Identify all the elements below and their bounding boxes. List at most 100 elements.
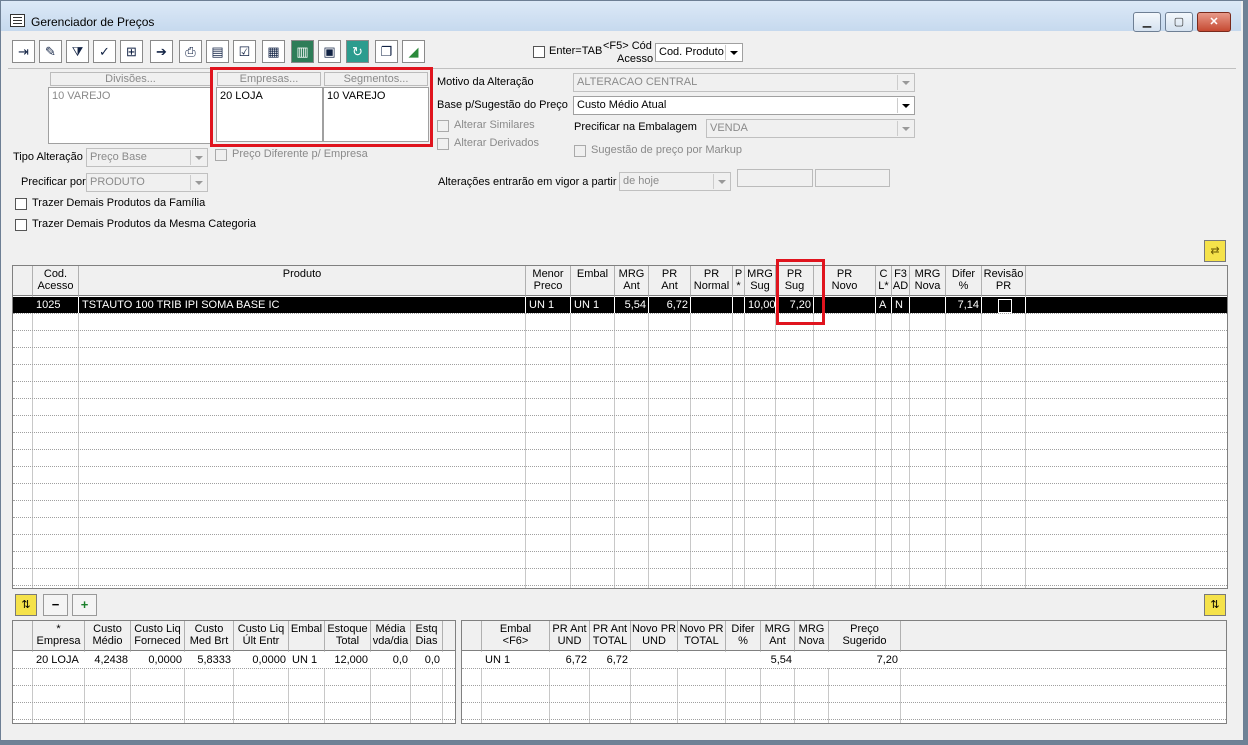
column-header[interactable]: Difer %: [946, 266, 982, 296]
column-header[interactable]: Revisão PR: [982, 266, 1026, 296]
chart-icon[interactable]: ◢: [402, 40, 425, 63]
precificar-embalagem-select[interactable]: VENDA: [706, 119, 915, 138]
table-cell[interactable]: 5,8333: [185, 652, 234, 668]
enter-tab-checkbox[interactable]: [533, 46, 545, 58]
table-cell[interactable]: [795, 652, 829, 668]
table-cell[interactable]: [691, 297, 733, 313]
minimize-button[interactable]: ▁: [1133, 12, 1161, 32]
divisoes-list[interactable]: 10 VAREJO: [48, 87, 212, 144]
vigor-time-field[interactable]: [815, 169, 890, 187]
table-cell[interactable]: UN 1: [289, 652, 325, 668]
table-cell[interactable]: 5,54: [761, 652, 795, 668]
f5-select[interactable]: Cod. Produto: [655, 43, 743, 62]
table-cell[interactable]: 1025: [33, 297, 79, 313]
sugestao-markup-checkbox[interactable]: [574, 145, 586, 157]
checklist-icon[interactable]: ☑: [233, 40, 256, 63]
grid-edit-icon[interactable]: ▦: [262, 40, 285, 63]
column-header[interactable]: Produto: [79, 266, 526, 296]
table-cell[interactable]: 0,0: [411, 652, 443, 668]
column-header[interactable]: MRG Nova: [910, 266, 946, 296]
column-header[interactable]: PR Ant: [649, 266, 691, 296]
table-cell[interactable]: 0,0: [371, 652, 411, 668]
column-header[interactable]: Média vda/dia: [371, 621, 411, 651]
products-grid[interactable]: Cod. Acesso Produto Menor Preco Embal MRG An…: [12, 265, 1228, 589]
empresa-grid[interactable]: * Empresa Custo Médio Custo Liq Forneced Cu…: [12, 620, 456, 724]
column-header[interactable]: F3 AD: [892, 266, 910, 296]
trazer-categoria-checkbox[interactable]: [15, 219, 27, 231]
table-cell[interactable]: 6,72: [590, 652, 631, 668]
close-button[interactable]: ✕: [1197, 12, 1231, 32]
column-header[interactable]: Novo PR UND: [631, 621, 678, 651]
add-row-icon[interactable]: ⊞: [120, 40, 143, 63]
table-cell[interactable]: 12,000: [325, 652, 371, 668]
column-header[interactable]: MRG Sug: [745, 266, 776, 296]
save-icon[interactable]: ▣: [318, 40, 341, 63]
vigor-date-field[interactable]: [737, 169, 813, 187]
export-grid-icon[interactable]: ⇄: [1204, 240, 1226, 262]
alterar-derivados-checkbox[interactable]: [437, 138, 449, 150]
column-header[interactable]: Novo PR TOTAL: [678, 621, 726, 651]
expand-grid-right-icon[interactable]: ⇅: [1204, 594, 1226, 616]
chevron-down-icon[interactable]: [190, 150, 206, 165]
exit-icon[interactable]: ⇥: [12, 40, 35, 63]
column-header[interactable]: Embal: [571, 266, 615, 296]
tipo-alteracao-select[interactable]: Preço Base: [86, 148, 208, 167]
chevron-down-icon[interactable]: [190, 175, 206, 190]
column-header[interactable]: PR Normal: [691, 266, 733, 296]
spreadsheet-icon[interactable]: ▥: [291, 40, 314, 63]
table-cell[interactable]: 6,72: [550, 652, 590, 668]
chevron-down-icon[interactable]: [897, 121, 913, 136]
table-cell[interactable]: 4,2438: [85, 652, 131, 668]
table-cell[interactable]: [910, 297, 946, 313]
table-cell[interactable]: 0,0000: [234, 652, 289, 668]
table-row[interactable]: 20 LOJA 4,2438 0,0000 5,8333 0,0000 UN 1 12,00…: [13, 652, 455, 668]
column-header[interactable]: Custo Médio: [85, 621, 131, 651]
table-cell[interactable]: A: [876, 297, 892, 313]
column-header[interactable]: Difer %: [726, 621, 761, 651]
filter-check-icon[interactable]: ✓: [93, 40, 116, 63]
column-header[interactable]: Menor Preco: [526, 266, 571, 296]
column-header[interactable]: Embal <F6>: [482, 621, 550, 651]
column-header[interactable]: MRG Ant: [615, 266, 649, 296]
column-header[interactable]: * Empresa: [33, 621, 85, 651]
refresh-icon[interactable]: ↻: [346, 40, 369, 63]
table-cell[interactable]: UN 1: [526, 297, 571, 313]
alterar-similares-checkbox[interactable]: [437, 120, 449, 132]
column-header[interactable]: MRG Nova: [795, 621, 829, 651]
motivo-select[interactable]: ALTERACAO CENTRAL: [573, 73, 915, 92]
table-cell[interactable]: 0,0000: [131, 652, 185, 668]
trazer-familia-checkbox[interactable]: [15, 198, 27, 210]
column-header[interactable]: Cod. Acesso: [33, 266, 79, 296]
table-cell[interactable]: 5,54: [615, 297, 649, 313]
chevron-down-icon[interactable]: [713, 174, 729, 189]
table-row[interactable]: 1025 TSTAUTO 100 TRIB IPI SOMA BASE IC UN …: [13, 297, 1227, 313]
table-cell[interactable]: UN 1: [482, 652, 550, 668]
column-header[interactable]: Custo Liq Últ Entr: [234, 621, 289, 651]
remove-row-button[interactable]: −: [43, 594, 68, 616]
table-cell[interactable]: 7,14: [946, 297, 982, 313]
expand-grid-icon[interactable]: ⇅: [15, 594, 37, 616]
table-cell[interactable]: 10,00: [745, 297, 776, 313]
preco-diferente-checkbox[interactable]: [215, 149, 227, 161]
column-header[interactable]: C L*: [876, 266, 892, 296]
table-cell[interactable]: 6,72: [649, 297, 691, 313]
table-cell[interactable]: N: [892, 297, 910, 313]
table-cell[interactable]: [631, 652, 678, 668]
column-header[interactable]: Estq Dias: [411, 621, 443, 651]
column-header[interactable]: P *: [733, 266, 745, 296]
maximize-button[interactable]: ▢: [1165, 12, 1193, 32]
table-cell[interactable]: UN 1: [571, 297, 615, 313]
vigor-select[interactable]: de hoje: [619, 172, 731, 191]
table-row[interactable]: UN 1 6,72 6,72 5,54 7,20: [462, 652, 1226, 668]
copy-window-icon[interactable]: ❐: [375, 40, 398, 63]
revisao-pr-checkbox[interactable]: [998, 299, 1012, 313]
table-cell[interactable]: [726, 652, 761, 668]
chevron-down-icon[interactable]: [725, 45, 741, 60]
table-cell[interactable]: 20 LOJA: [33, 652, 85, 668]
chevron-down-icon[interactable]: [897, 75, 913, 90]
table-cell[interactable]: [678, 652, 726, 668]
column-header[interactable]: Estoque Total: [325, 621, 371, 651]
filter-icon[interactable]: ⧩: [66, 40, 89, 63]
column-header[interactable]: Preço Sugerido: [829, 621, 901, 651]
print-icon[interactable]: ⎙: [179, 40, 202, 63]
